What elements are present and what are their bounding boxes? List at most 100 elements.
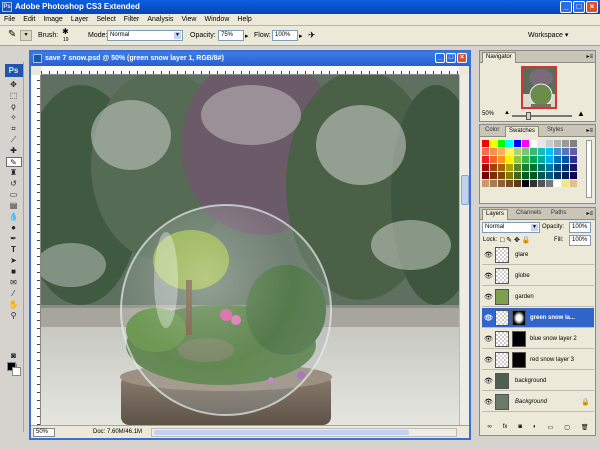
menu-select[interactable]: Select xyxy=(92,16,119,23)
zoom-level-field[interactable]: 50% xyxy=(33,428,55,437)
color-swatch[interactable] xyxy=(570,172,577,179)
color-swatch[interactable] xyxy=(570,164,577,171)
menu-file[interactable]: File xyxy=(0,16,19,23)
opacity-field[interactable]: 75% xyxy=(218,30,244,41)
eye-icon[interactable]: 👁 xyxy=(484,251,493,259)
history-brush-tool-icon[interactable]: ↺ xyxy=(6,179,22,189)
menu-view[interactable]: View xyxy=(177,16,200,23)
new-group-icon[interactable]: ▭ xyxy=(548,424,554,434)
layer-mask-thumbnail[interactable] xyxy=(512,352,526,368)
color-swatch[interactable] xyxy=(498,140,505,147)
color-swatch[interactable] xyxy=(530,172,537,179)
panel-menu-icon[interactable]: ▸≡ xyxy=(586,53,593,60)
color-swatch[interactable] xyxy=(546,156,553,163)
brush-tool-icon-selected[interactable]: ✎ xyxy=(5,157,22,167)
zoom-out-icon[interactable]: ▲ xyxy=(504,110,510,116)
tool-preset-dropdown[interactable]: ▾ xyxy=(20,30,32,41)
photoshop-logo[interactable]: Ps xyxy=(4,64,23,77)
horizontal-scrollbar[interactable] xyxy=(151,428,457,437)
mode-select[interactable]: Normal ▼ xyxy=(107,30,183,41)
color-swatch[interactable] xyxy=(506,140,513,147)
menu-edit[interactable]: Edit xyxy=(19,16,39,23)
color-swatch[interactable] xyxy=(554,164,561,171)
quick-mask-icon[interactable]: ◙ xyxy=(6,351,22,361)
color-swatch[interactable] xyxy=(522,164,529,171)
color-swatch[interactable] xyxy=(570,180,577,187)
color-swatch[interactable] xyxy=(514,180,521,187)
color-swatch[interactable] xyxy=(498,180,505,187)
horizontal-ruler[interactable] xyxy=(41,66,459,75)
panel-menu-icon[interactable]: ▸≡ xyxy=(586,127,593,134)
opacity-arrow-icon[interactable]: ▸ xyxy=(245,32,249,40)
color-swatch[interactable] xyxy=(514,172,521,179)
color-swatch[interactable] xyxy=(490,156,497,163)
gradient-tool-icon[interactable]: ▤ xyxy=(6,201,22,211)
color-swatch[interactable] xyxy=(530,148,537,155)
lasso-tool-icon[interactable]: ϙ xyxy=(6,102,22,112)
color-swatch[interactable] xyxy=(530,156,537,163)
color-swatch[interactable] xyxy=(490,148,497,155)
color-swatch[interactable] xyxy=(522,172,529,179)
color-swatch[interactable] xyxy=(522,148,529,155)
color-swatch[interactable] xyxy=(530,140,537,147)
color-swatch[interactable] xyxy=(482,164,489,171)
eye-icon[interactable]: 👁 xyxy=(484,398,493,406)
color-swatch[interactable] xyxy=(538,148,545,155)
color-swatch[interactable] xyxy=(554,156,561,163)
color-swatch[interactable] xyxy=(490,180,497,187)
adjustment-layer-icon[interactable]: ◐ xyxy=(533,424,537,434)
color-swatch[interactable] xyxy=(490,172,497,179)
color-swatch[interactable] xyxy=(482,148,489,155)
layer-mask-thumbnail[interactable] xyxy=(512,331,526,347)
color-swatch[interactable] xyxy=(554,140,561,147)
shape-tool-icon[interactable]: ■ xyxy=(6,267,22,277)
color-swatch[interactable] xyxy=(554,148,561,155)
brush-tool-icon[interactable]: ✎ xyxy=(8,29,16,40)
menu-window[interactable]: Window xyxy=(200,16,233,23)
pen-tool-icon[interactable]: ✒ xyxy=(6,234,22,244)
color-swatch[interactable] xyxy=(570,156,577,163)
menu-help[interactable]: Help xyxy=(233,16,255,23)
color-swatch[interactable] xyxy=(514,164,521,171)
zoom-tool-icon[interactable]: ⚲ xyxy=(6,311,22,321)
color-swatch[interactable] xyxy=(546,180,553,187)
eraser-tool-icon[interactable]: ▭ xyxy=(6,190,22,200)
lock-options-icons[interactable]: □ ✎ ✥ 🔒 xyxy=(500,236,531,244)
color-swatch[interactable] xyxy=(538,140,545,147)
layer-style-icon[interactable]: fx xyxy=(503,424,508,434)
color-swatch[interactable] xyxy=(562,140,569,147)
color-swatch[interactable] xyxy=(498,164,505,171)
color-swatch[interactable] xyxy=(522,156,529,163)
horizontal-scroll-thumb[interactable] xyxy=(154,430,409,435)
color-swatch[interactable] xyxy=(538,164,545,171)
panel-menu-icon[interactable]: ▸≡ xyxy=(586,210,593,217)
swatch-scrollbar[interactable] xyxy=(586,140,592,198)
maximize-button[interactable]: □ xyxy=(573,1,585,13)
minimize-button[interactable]: _ xyxy=(560,1,572,13)
close-button[interactable]: × xyxy=(586,1,598,13)
color-swatch[interactable] xyxy=(562,180,569,187)
layer-row-red-snow[interactable]: 👁 red snow layer 3 xyxy=(482,350,594,370)
blur-tool-icon[interactable]: 💧 xyxy=(6,212,22,222)
color-swatch[interactable] xyxy=(562,148,569,155)
layer-row-background[interactable]: 👁 Background 🔒 xyxy=(482,392,594,412)
eye-icon[interactable]: 👁 xyxy=(484,377,493,385)
move-tool-icon[interactable]: ✥ xyxy=(6,80,22,90)
menu-filter[interactable]: Filter xyxy=(120,16,144,23)
vertical-scrollbar[interactable] xyxy=(459,75,469,425)
color-swatch[interactable] xyxy=(506,180,513,187)
color-swatch[interactable] xyxy=(562,156,569,163)
color-swatch[interactable] xyxy=(514,156,521,163)
doc-minimize-button[interactable]: _ xyxy=(435,53,445,63)
add-mask-icon[interactable]: ◙ xyxy=(518,424,522,434)
layer-row-blue-snow[interactable]: 👁 blue snow layer 2 xyxy=(482,329,594,349)
layer-row-globe[interactable]: 👁 globe xyxy=(482,266,594,286)
color-swatch[interactable] xyxy=(506,148,513,155)
layer-row-glare[interactable]: 👁 glare xyxy=(482,245,594,265)
color-swatch[interactable] xyxy=(498,172,505,179)
color-swatch[interactable] xyxy=(546,140,553,147)
color-swatch[interactable] xyxy=(482,172,489,179)
zoom-in-icon[interactable]: ▲ xyxy=(577,109,585,118)
slice-tool-icon[interactable]: ⟋ xyxy=(6,135,22,145)
color-swatch[interactable] xyxy=(506,164,513,171)
